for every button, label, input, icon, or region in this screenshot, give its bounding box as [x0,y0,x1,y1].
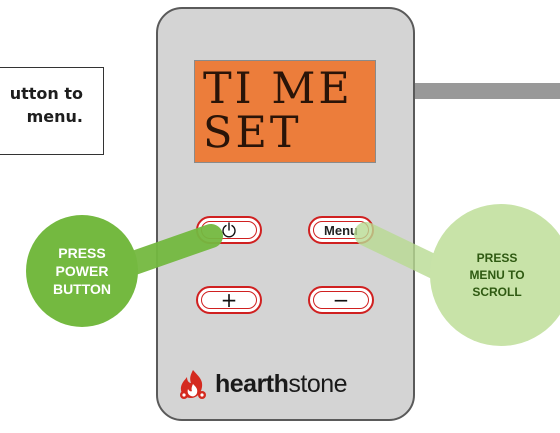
menu-callout-line-2: MENU TO [469,267,525,282]
minus-icon: − [332,288,350,312]
hearthstone-logo: hearthstone [176,367,348,401]
instruction-line-2: menu. [26,107,83,126]
menu-callout-line-3: SCROLL [472,284,522,299]
flame-icon [180,370,206,399]
menu-button-label: Menu [324,222,358,238]
power-callout-line-1: PRESS [58,245,106,261]
plus-icon: + [220,288,238,312]
power-button[interactable] [196,216,262,244]
lcd-line-2: SET [203,108,302,158]
menu-button[interactable]: Menu [308,216,374,244]
power-icon [222,222,236,238]
menu-callout-line-1: PRESS [476,250,518,265]
instruction-line-1: utton to [9,84,83,103]
power-callout: PRESS POWER BUTTON [26,215,138,327]
plus-button[interactable]: + [196,286,262,314]
logo-text-bold: hearth [215,369,289,398]
lcd-display: TI ME SET [194,60,376,163]
minus-button[interactable]: − [308,286,374,314]
diagram-canvas: utton to menu. TI ME SET Menu + − PRESS … [0,0,560,433]
instruction-box: utton to menu. [0,67,104,155]
power-callout-line-2: POWER [55,263,109,279]
lcd-line-1: TI ME [203,64,353,114]
power-callout-line-3: BUTTON [52,281,112,297]
logo-text-light: stone [288,369,348,398]
logo-wordmark: hearthstone [215,369,348,399]
menu-callout: PRESS MENU TO SCROLL [430,204,560,346]
